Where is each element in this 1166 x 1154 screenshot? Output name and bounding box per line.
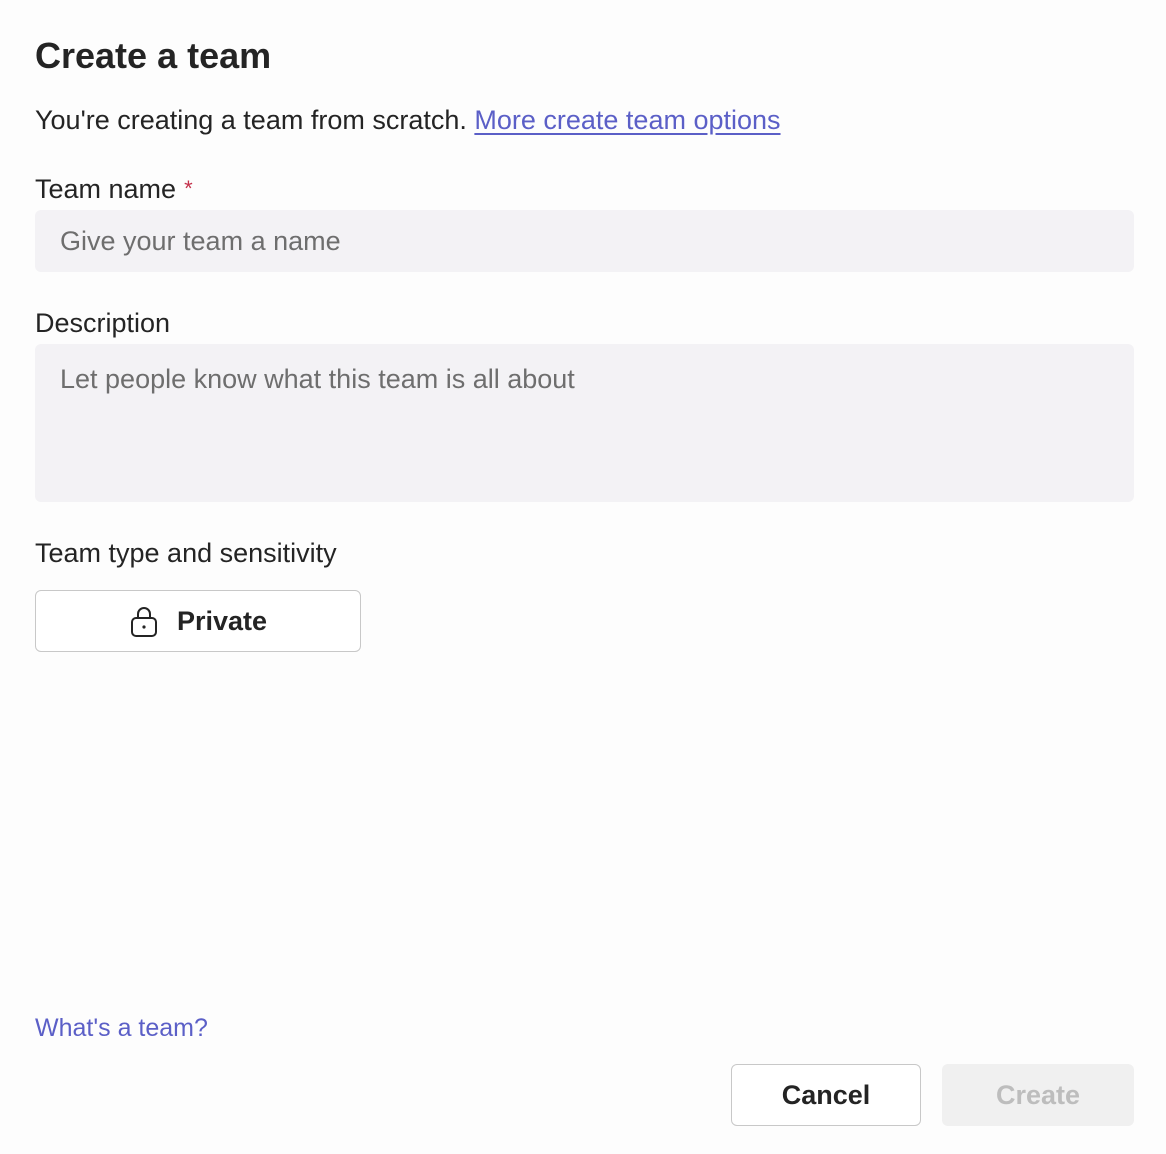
description-textarea[interactable]: [35, 344, 1134, 502]
dialog-subtitle-row: You're creating a team from scratch. Mor…: [35, 102, 781, 138]
dialog-title: Create a team: [35, 35, 272, 76]
team-name-label-row: Team name *: [35, 172, 193, 206]
required-marker: *: [184, 176, 193, 201]
cancel-button[interactable]: Cancel: [731, 1064, 921, 1126]
create-team-dialog: Create a team You're creating a team fro…: [0, 0, 1166, 1154]
lock-icon: [129, 604, 159, 638]
team-name-label: Team name: [35, 174, 177, 204]
more-create-team-options-link[interactable]: More create team options: [474, 105, 780, 135]
description-label: Description: [35, 308, 171, 338]
privacy-value: Private: [176, 605, 268, 636]
create-button[interactable]: Create: [942, 1064, 1134, 1126]
dialog-subtitle: You're creating a team from scratch.: [35, 105, 467, 135]
whats-a-team-link[interactable]: What's a team?: [35, 1011, 208, 1045]
team-type-label: Team type and sensitivity: [35, 538, 337, 568]
team-name-input[interactable]: [35, 210, 1134, 272]
privacy-dropdown-button[interactable]: Private: [35, 590, 361, 652]
